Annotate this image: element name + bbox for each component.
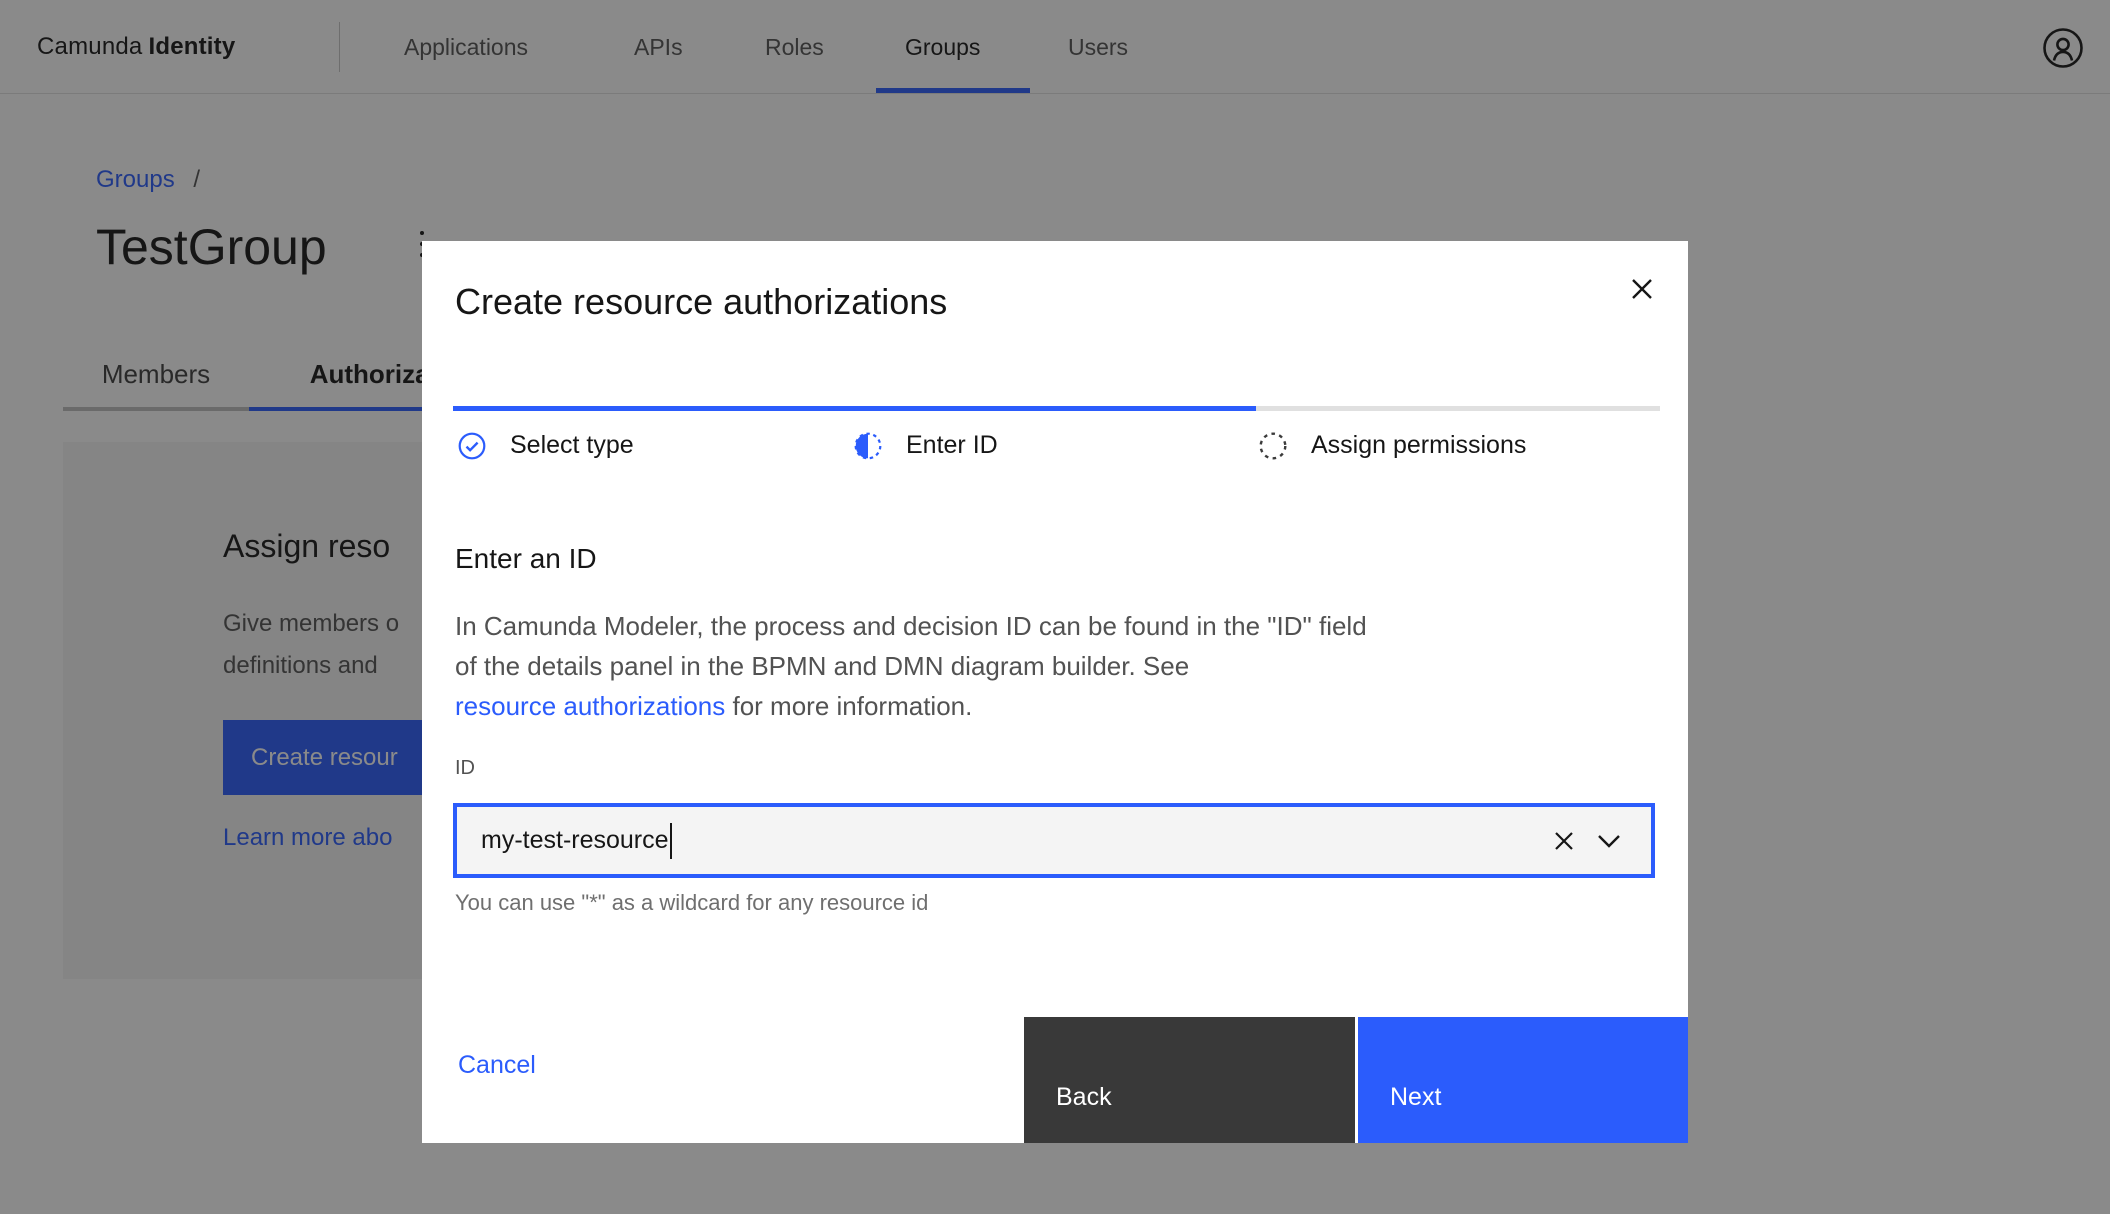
section-heading: Enter an ID [455, 543, 597, 575]
id-field-helper-text: You can use "*" as a wildcard for any re… [455, 890, 928, 916]
step-complete-icon [458, 432, 486, 460]
id-field-label: ID [455, 757, 475, 780]
cancel-button[interactable]: Cancel [458, 1051, 536, 1080]
section-description: In Camunda Modeler, the process and deci… [455, 606, 1367, 726]
wizard-progress-fill [453, 406, 1256, 411]
step-enter-id[interactable]: Enter ID [854, 431, 998, 460]
clear-icon[interactable] [1551, 828, 1577, 854]
close-icon[interactable] [1618, 265, 1666, 313]
wizard-steps: Select type Enter ID Assign permissions [422, 431, 1688, 461]
step-label: Select type [510, 431, 634, 460]
back-button[interactable]: Back [1024, 1017, 1355, 1143]
id-combobox-input[interactable]: my-test-resource [453, 803, 1655, 878]
id-input-value: my-test-resource [481, 826, 669, 855]
next-button[interactable]: Next [1358, 1017, 1688, 1143]
description-line3-suffix: for more information. [725, 691, 972, 721]
modal-title: Create resource authorizations [455, 281, 947, 323]
description-line3: resource authorizations for more informa… [455, 686, 1367, 726]
chevron-down-icon[interactable] [1595, 827, 1623, 855]
step-assign-permissions[interactable]: Assign permissions [1259, 431, 1526, 460]
step-label: Enter ID [906, 431, 998, 460]
description-line2: of the details panel in the BPMN and DMN… [455, 646, 1367, 686]
create-resource-authorizations-modal: Create resource authorizations Select ty… [422, 241, 1688, 1143]
step-incomplete-icon [1259, 432, 1287, 460]
step-current-icon [854, 432, 882, 460]
text-caret [670, 823, 672, 859]
step-label: Assign permissions [1311, 431, 1526, 460]
wizard-progress-bar [453, 406, 1660, 411]
step-select-type[interactable]: Select type [458, 431, 634, 460]
resource-authorizations-link[interactable]: resource authorizations [455, 691, 725, 721]
description-line1: In Camunda Modeler, the process and deci… [455, 606, 1367, 646]
